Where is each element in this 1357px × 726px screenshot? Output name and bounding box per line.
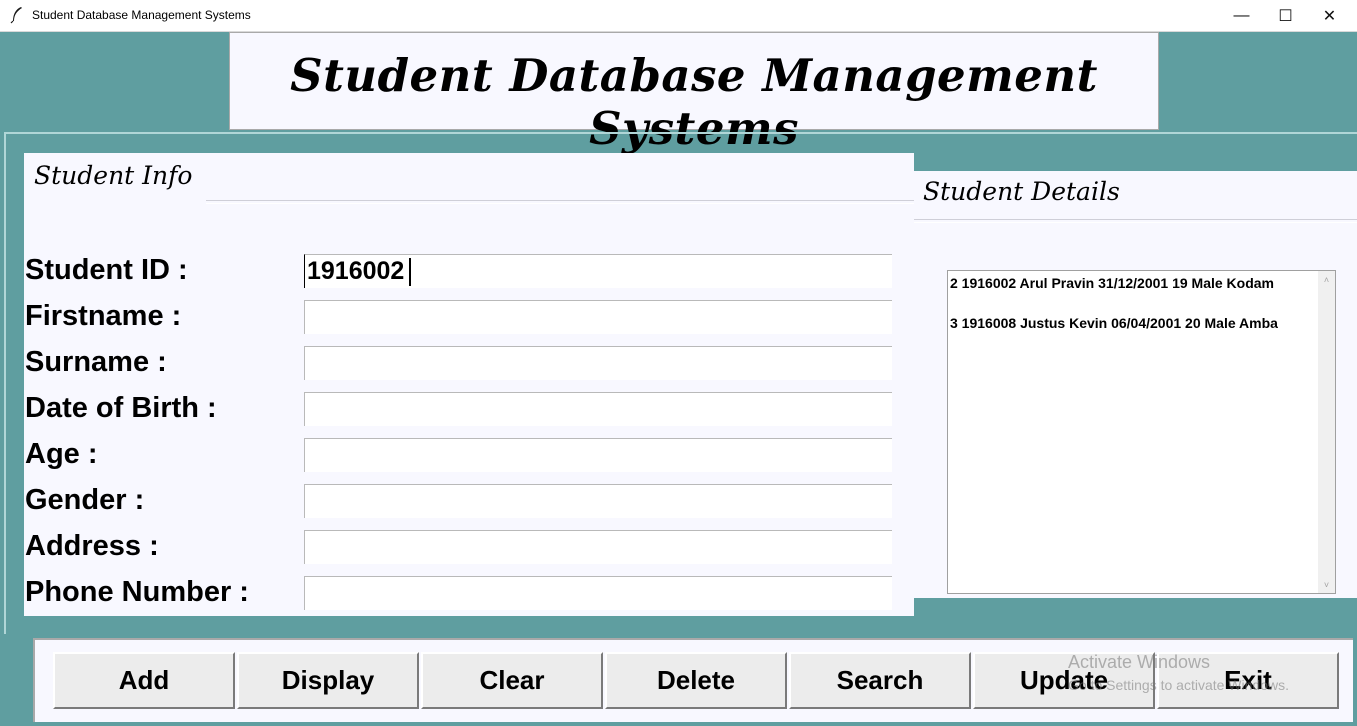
student-records-listbox[interactable]: 2 1916002 Arul Pravin 31/12/2001 19 Male… [947,270,1336,594]
address-input[interactable] [304,530,892,564]
age-input[interactable] [304,438,892,472]
scroll-down-icon[interactable]: ˅ [1318,576,1335,593]
student-details-panel: Student Details 2 1916002 Arul Pravin 31… [914,171,1357,598]
window-titlebar: Student Database Management Systems — ☐ … [0,0,1357,32]
gender-label: Gender : [25,484,145,516]
scroll-up-icon[interactable]: ˄ [1318,271,1335,288]
surname-label: Surname : [25,346,167,378]
panel-divider [914,219,1357,223]
display-button[interactable]: Display [237,652,419,709]
student-id-input[interactable] [304,254,892,288]
search-button[interactable]: Search [789,652,971,709]
window-title: Student Database Management Systems [32,8,251,22]
date-of-birth-input[interactable] [304,392,892,426]
firstname-label: Firstname : [25,300,182,332]
gender-input[interactable] [304,484,892,518]
panel-divider [206,200,914,204]
clear-button[interactable]: Clear [421,652,603,709]
surname-input[interactable] [304,346,892,380]
maximize-icon: ☐ [1278,7,1293,25]
text-cursor [409,258,411,286]
delete-button[interactable]: Delete [605,652,787,709]
exit-button[interactable]: Exit [1157,652,1339,709]
header-frame: Student Database Management Systems [229,32,1159,155]
student-id-label: Student ID : [25,254,188,286]
list-item[interactable]: 3 1916008 Justus Kevin 06/04/2001 20 Mal… [950,315,1278,331]
student-details-title: Student Details [923,177,1120,206]
feather-icon [10,7,22,24]
add-button[interactable]: Add [53,652,235,709]
firstname-input[interactable] [304,300,892,334]
close-button[interactable]: ✕ [1307,0,1352,31]
phone-number-input[interactable] [304,576,892,610]
minimize-icon: — [1233,6,1250,24]
phone-number-label: Phone Number : [25,576,249,608]
minimize-button[interactable]: — [1219,0,1264,31]
update-button[interactable]: Update [973,652,1155,709]
student-info-title: Student Info [34,161,193,190]
date-of-birth-label: Date of Birth : [25,392,217,424]
list-item[interactable]: 2 1916002 Arul Pravin 31/12/2001 19 Male… [950,275,1274,291]
close-icon: ✕ [1322,7,1337,25]
address-label: Address : [25,530,159,562]
age-label: Age : [25,438,98,470]
maximize-button[interactable]: ☐ [1263,0,1308,31]
vertical-scrollbar[interactable]: ˄ ˅ [1318,271,1335,593]
